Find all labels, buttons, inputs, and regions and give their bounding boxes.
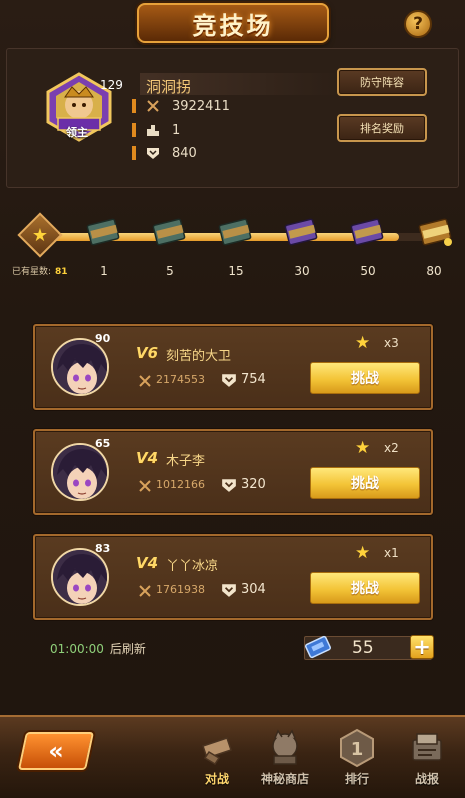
opponent-name: 刻苦的大卫 (166, 349, 232, 364)
refresh-suffix: 后刷新 (109, 642, 146, 656)
nav-label: 排行 (344, 772, 369, 786)
stat-marker (132, 146, 136, 160)
owned-stars-count: 81 (55, 267, 68, 277)
opponent-rank: 304 (241, 582, 266, 597)
shield-icon (222, 374, 236, 387)
chest-icon[interactable] (284, 214, 320, 248)
player-tickets-row: 840 (132, 144, 197, 162)
refresh-time: 01:00:00 (50, 642, 104, 656)
opponent-card: 90 V6 刻苦的大卫 2174553 754 ★ x3 挑战 (33, 324, 433, 410)
stat-marker (132, 99, 136, 113)
opponent-level: 90 (95, 332, 111, 345)
opponent-avatar (51, 443, 109, 501)
add-tickets-button[interactable]: + (410, 635, 434, 659)
opponent-level: 65 (95, 437, 111, 450)
refresh-timer: 01:00:00 后刷新 (50, 640, 146, 657)
stat-marker (132, 123, 136, 137)
chest-icon[interactable] (152, 214, 188, 248)
challenge-button[interactable]: 挑战 (310, 362, 420, 394)
chest-icon[interactable] (350, 214, 386, 248)
podium-icon (147, 125, 159, 136)
back-button[interactable]: « (17, 732, 95, 770)
defense-lineup-button[interactable]: 防守阵容 (337, 68, 427, 96)
nav-ranking[interactable]: 1 排行 (328, 728, 386, 792)
hero-portrait-icon (53, 445, 107, 499)
opponent-card: 83 V4 丫丫冰凉 1761938 304 ★ x1 挑战 (33, 534, 433, 620)
vip-badge: V6 (136, 344, 159, 362)
opponent-card: 65 V4 木子李 1012166 320 ★ x2 挑战 (33, 429, 433, 515)
nav-mystery-shop[interactable]: 神秘商店 (256, 728, 314, 792)
report-icon (412, 733, 442, 761)
opponent-power: 1012166 (156, 478, 205, 491)
opponent-rank: 320 (241, 477, 266, 492)
milestone-label: 30 (294, 264, 310, 278)
opponent-power: 1761938 (156, 583, 205, 596)
player-rank-row: 1 (132, 121, 180, 139)
opponent-power: 2174553 (156, 373, 205, 386)
opponent-avatar (51, 338, 109, 396)
crossed-swords-icon (139, 480, 151, 492)
nav-label: 战报 (414, 772, 439, 786)
page-title: 竞技场 (192, 11, 274, 40)
chest-icon[interactable] (418, 214, 454, 248)
battle-icon (202, 737, 232, 766)
crossed-swords-icon (139, 585, 151, 597)
milestone-label: 5 (166, 264, 174, 278)
player-rank: 1 (172, 122, 181, 138)
player-rank-title: 领主 (66, 126, 88, 139)
shield-icon (147, 148, 159, 159)
star-reward: x2 (384, 441, 399, 455)
player-power-row: 3922411 (132, 97, 230, 115)
challenge-button[interactable]: 挑战 (310, 467, 420, 499)
challenge-button[interactable]: 挑战 (310, 572, 420, 604)
nav-label: 对战 (204, 772, 229, 786)
nav-battle-report[interactable]: 战报 (398, 728, 456, 792)
ticket-count: 55 (352, 638, 374, 658)
player-power: 3922411 (172, 98, 230, 114)
star-reward: x3 (384, 336, 399, 350)
owned-stars-label: 已有星数: (12, 267, 52, 277)
star-icon: ★ (31, 224, 49, 246)
player-name: 洞洞拐 (146, 78, 192, 96)
opponent-name: 木子李 (166, 454, 206, 469)
milestone-label: 1 (100, 264, 108, 278)
milestone-label: 80 (426, 264, 442, 278)
player-level: 129 (100, 78, 123, 92)
nav-battle[interactable]: 对战 (188, 728, 246, 792)
milestone-label: 15 (228, 264, 244, 278)
hero-portrait-icon (53, 340, 107, 394)
star-reward: x1 (384, 546, 399, 560)
star-icon: ★ (355, 333, 371, 353)
chest-icon[interactable] (218, 214, 254, 248)
vip-badge: V4 (136, 554, 159, 572)
nav-label: 神秘商店 (260, 772, 309, 786)
vip-badge: V4 (136, 449, 159, 467)
hero-portrait-icon (53, 550, 107, 604)
crossed-swords-icon (139, 375, 151, 387)
chest-icon[interactable] (86, 214, 122, 248)
opponent-rank: 754 (241, 372, 266, 387)
opponent-level: 83 (95, 542, 111, 555)
milestone-label: 50 (360, 264, 376, 278)
shield-icon (222, 479, 236, 492)
crossed-swords-icon (147, 100, 159, 112)
star-icon: ★ (355, 438, 371, 458)
owned-stars: 已有星数: 81 (12, 264, 68, 277)
ranking-icon: 1 (340, 728, 374, 768)
help-button[interactable]: ? (404, 10, 432, 38)
shield-icon (222, 584, 236, 597)
player-tickets: 840 (172, 145, 197, 161)
arena-title-banner: 竞技场 (137, 3, 329, 43)
back-arrow-icon: « (48, 737, 64, 765)
shop-icon (272, 729, 298, 765)
ticket-icon (304, 635, 332, 659)
opponent-name: 丫丫冰凉 (166, 559, 219, 574)
opponent-avatar (51, 548, 109, 606)
svg-text:1: 1 (351, 739, 364, 760)
rank-reward-button[interactable]: 排名奖励 (337, 114, 427, 142)
star-icon: ★ (355, 543, 371, 563)
